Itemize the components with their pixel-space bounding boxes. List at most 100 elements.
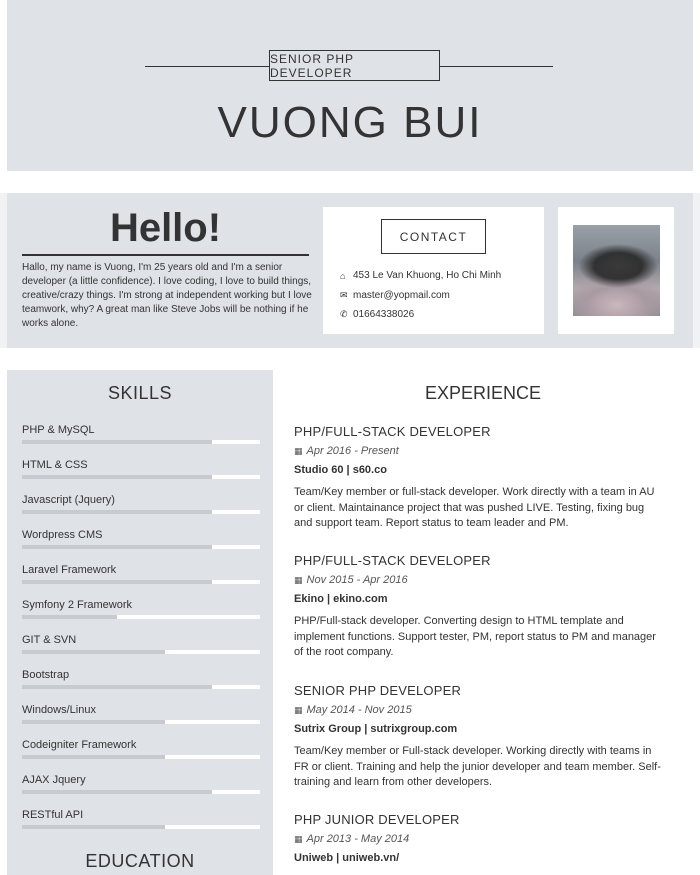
job-date: ▦ Apr 2013 - May 2014 [294,833,409,845]
skill-name: Laravel Framework [22,564,117,576]
skill-item: PHP & MySQL [22,424,260,444]
skills-column [7,370,273,875]
education-title: EDUCATION [85,851,195,871]
job-company: Sutrix Group | sutrixgroup.com [294,723,458,735]
hello-heading: Hello! [109,206,222,250]
contact-phone[interactable]: 01664338026 [353,309,414,320]
skill-item: Wordpress CMS [22,529,260,549]
skill-bar-fill [22,440,213,444]
contact-card: CONTACT ⌂ 453 Le Van Khuong, Ho Chi Minh… [323,207,544,334]
band-edge-left [0,193,7,348]
job-description: PHP/Full-stack developer. Converting des… [294,615,656,658]
job-date-text: Apr 2016 - Present [306,445,399,457]
skill-bar-track [22,685,260,689]
skill-name: Symfony 2 Framework [22,599,133,611]
photo-card [558,207,674,334]
experience-item: SENIOR PHP DEVELOPER ▦ May 2014 - Nov 2015… [294,683,664,788]
experience-item: PHP/FULL-STACK DEVELOPER ▦ Apr 2016 - Pres… [294,424,664,529]
skill-bar-track [22,755,260,759]
skill-bar-track [22,510,260,514]
job-company: Ekino | ekino.com [294,593,388,605]
job-date: ▦ Apr 2016 - Present [294,445,399,457]
skill-bar-track [22,580,260,584]
skill-name: Javascript (Jquery) [22,494,115,506]
calendar-icon: ▦ [294,445,303,456]
experience-item: PHP/FULL-STACK DEVELOPER ▦ Nov 2015 - Apr … [294,553,664,658]
experience-item: PHP JUNIOR DEVELOPER ▦ Apr 2013 - May 2014… [294,812,664,864]
job-title-badge: SENIOR PHP DEVELOPER [269,50,440,81]
skill-bar-track [22,720,260,724]
skill-bar-track [22,790,260,794]
skill-item: Bootstrap [22,669,260,689]
skill-name: Windows/Linux [22,704,96,716]
envelope-icon: ✉ [340,290,348,300]
profile-photo [573,225,660,316]
job-title: PHP/FULL-STACK DEVELOPER [294,424,491,439]
contact-email-row[interactable]: ✉ master@yopmail.com [340,290,450,301]
skill-item: Codeigniter Framework [22,739,260,759]
skill-bar-fill [22,790,213,794]
skill-name: RESTful API [22,809,84,821]
band-edge-right [693,193,700,348]
skill-name: Codeigniter Framework [22,739,137,751]
calendar-icon: ▦ [294,704,303,715]
job-title: PHP JUNIOR DEVELOPER [294,812,460,827]
hello-underline [22,254,309,256]
job-title: SENIOR PHP DEVELOPER [294,683,462,698]
skill-bar-track [22,475,260,479]
skill-bar-fill [22,545,213,549]
header: SENIOR PHP DEVELOPER VUONG BUI [7,0,693,171]
skill-item: GIT & SVN [22,634,260,654]
contact-phone-row[interactable]: ✆ 01664338026 [340,309,414,320]
skill-name: HTML & CSS [22,459,88,471]
skill-bar-fill [22,580,213,584]
job-date: ▦ Nov 2015 - Apr 2016 [294,574,408,586]
skill-bar-fill [22,510,213,514]
skill-bar-fill [22,825,165,829]
skill-bar-track [22,650,260,654]
experience-title: EXPERIENCE [424,383,542,403]
calendar-icon: ▦ [294,574,303,585]
skill-item: RESTful API [22,809,260,829]
skill-item: AJAX Jquery [22,774,260,794]
job-description: Team/Key member or full-stack developer.… [294,486,655,529]
job-date-text: May 2014 - Nov 2015 [306,704,412,716]
skills-title: SKILLS [107,383,173,403]
skill-name: AJAX Jquery [22,774,86,786]
skill-bar-track [22,615,260,619]
skill-item: HTML & CSS [22,459,260,479]
skill-name: GIT & SVN [22,634,77,646]
skill-item: Symfony 2 Framework [22,599,260,619]
job-date: ▦ May 2014 - Nov 2015 [294,704,412,716]
skill-name: Wordpress CMS [22,529,103,541]
job-company: Uniweb | uniweb.vn/ [294,852,400,864]
contact-address-row: ⌂ 453 Le Van Khuong, Ho Chi Minh [340,270,501,281]
skill-bar-fill [22,720,165,724]
phone-icon: ✆ [340,309,348,319]
skill-bar-track [22,545,260,549]
job-company: Studio 60 | s60.co [294,464,387,476]
skill-item: Laravel Framework [22,564,260,584]
skill-item: Javascript (Jquery) [22,494,260,514]
skill-bar-track [22,440,260,444]
skill-bar-track [22,825,260,829]
home-icon: ⌂ [340,270,346,281]
contact-button[interactable]: CONTACT [381,219,486,254]
calendar-icon: ▦ [294,833,303,844]
job-date-text: Apr 2013 - May 2014 [306,833,410,845]
contact-email[interactable]: master@yopmail.com [353,290,450,301]
skill-item: Windows/Linux [22,704,260,724]
skill-bar-fill [22,685,213,689]
job-date-text: Nov 2015 - Apr 2016 [306,574,408,586]
header-divider-right [440,66,553,67]
skill-bar-fill [22,475,213,479]
person-name: VUONG BUI [217,98,483,147]
skill-bar-fill [22,755,165,759]
skill-bar-fill [22,650,165,654]
job-title: PHP/FULL-STACK DEVELOPER [294,553,491,568]
skill-bar-fill [22,615,118,619]
header-divider-left [145,66,269,67]
intro-text: Hallo, my name is Vuong, I'm 25 years ol… [22,262,312,329]
job-description: Team/Key member or Full-stack developer.… [294,745,661,788]
skill-name: PHP & MySQL [22,424,95,436]
